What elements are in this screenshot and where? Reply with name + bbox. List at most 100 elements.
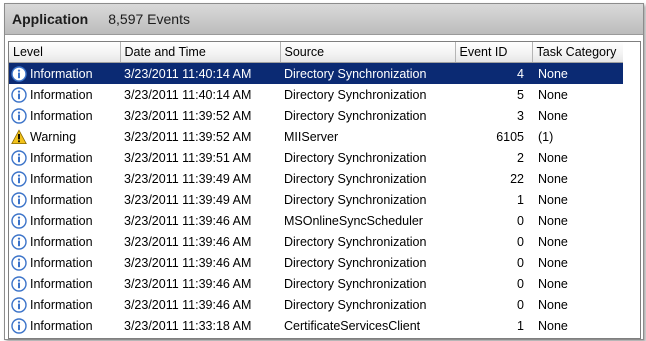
date-cell: 3/23/2011 11:39:49 AM [124,192,252,207]
level-wrapper: Information [11,233,120,250]
level-cell: Information [9,210,120,231]
source-cell: Directory Synchronization [284,171,427,186]
source-cell: Directory Synchronization [284,192,427,207]
level-wrapper: Information [11,86,120,103]
table-row[interactable]: Information 3/23/2011 11:39:51 AM Director… [9,147,623,168]
level-cell: Information [9,62,120,84]
level-label: Warning [30,129,77,144]
task-category-cell: None [538,150,568,165]
level-label: Information [30,234,93,249]
event-id-cell: 1 [517,318,524,333]
table-row[interactable]: Information 3/23/2011 11:33:18 AM Certific… [9,315,623,336]
event-viewer-panel: Application 8,597 Events Level Date and … [4,3,644,340]
date-cell: 3/23/2011 11:39:52 AM [124,129,252,144]
table-row[interactable]: Information 3/23/2011 11:39:46 AM Director… [9,294,623,315]
info-icon [11,149,27,166]
level-cell: Information [9,84,120,105]
level-label: Information [30,87,93,102]
level-label: Information [30,66,93,81]
info-icon [11,212,27,229]
level-label: Information [30,276,93,291]
table-row[interactable]: Information 3/23/2011 11:39:46 AM Director… [9,252,623,273]
task-category-cell: None [538,171,568,186]
level-cell: Information [9,189,120,210]
table-row[interactable]: Information 3/23/2011 11:40:14 AM Director… [9,62,623,84]
level-label: Information [30,255,93,270]
level-cell: Information [9,105,120,126]
table-row[interactable]: Information 3/23/2011 11:39:46 AM MSOnline… [9,210,623,231]
log-name: Application [12,11,89,27]
event-id-cell: 6105 [496,129,524,144]
source-cell: Directory Synchronization [284,150,427,165]
event-id-cell: 0 [517,234,524,249]
event-count: 8,597 Events [108,11,190,27]
date-cell: 3/23/2011 11:39:46 AM [124,297,252,312]
table-row[interactable]: Information 3/23/2011 11:39:49 AM Director… [9,189,623,210]
level-cell: Information [9,231,120,252]
table-row[interactable]: Information 3/23/2011 11:39:46 AM Director… [9,273,623,294]
level-cell: Information [9,168,120,189]
source-cell: Directory Synchronization [284,276,427,291]
source-cell: Directory Synchronization [280,62,455,84]
event-id-cell: 0 [517,297,524,312]
events-grid[interactable]: Level Date and Time Source Event ID Task… [8,41,641,339]
source-cell: Directory Synchronization [284,108,427,123]
date-cell: 3/23/2011 11:33:18 AM [124,318,252,333]
warning-icon [11,128,27,144]
level-wrapper: Information [11,107,120,124]
task-category-cell: None [538,213,568,228]
level-wrapper: Information [11,65,120,82]
events-table: Level Date and Time Source Event ID Task… [9,42,623,336]
level-wrapper: Information [11,254,120,271]
date-cell: 3/23/2011 11:40:14 AM [120,62,280,84]
event-id-cell: 0 [517,276,524,291]
event-id-cell: 0 [517,213,524,228]
date-cell: 3/23/2011 11:39:46 AM [124,234,252,249]
info-icon [11,254,27,271]
column-header-event-id[interactable]: Event ID [455,42,533,63]
source-cell: Directory Synchronization [284,234,427,249]
table-row[interactable]: Information 3/23/2011 11:39:46 AM Director… [9,231,623,252]
info-icon [11,275,27,292]
task-category-cell: None [538,108,568,123]
column-header-level[interactable]: Level [9,42,121,63]
task-category-cell: None [538,318,568,333]
table-row[interactable]: Warning 3/23/2011 11:39:52 AM MIIServer 610… [9,126,623,147]
source-cell: Directory Synchronization [284,255,427,270]
source-cell: CertificateServicesClient [284,318,421,333]
task-category-cell: None [538,297,568,312]
level-label: Information [30,150,93,165]
source-cell: Directory Synchronization [284,297,427,312]
task-category-cell: None [532,62,623,84]
column-header-date[interactable]: Date and Time [120,42,281,63]
table-row[interactable]: Information 3/23/2011 11:39:49 AM Director… [9,168,623,189]
task-category-cell: None [538,276,568,291]
level-wrapper: Information [11,275,120,292]
column-header-task-category[interactable]: Task Category [532,42,623,63]
level-label: Information [30,297,93,312]
info-icon [11,170,27,187]
level-label: Information [30,318,93,333]
level-cell: Information [9,147,120,168]
info-icon [11,296,27,313]
task-category-cell: None [538,192,568,207]
event-id-cell: 3 [517,108,524,123]
event-id-cell: 0 [517,255,524,270]
level-wrapper: Information [11,170,120,187]
info-icon [11,317,27,334]
log-header: Application 8,597 Events [5,4,643,35]
source-cell: MIIServer [284,129,339,144]
level-label: Information [30,192,93,207]
table-row[interactable]: Information 3/23/2011 11:40:14 AM Director… [9,84,623,105]
column-header-row: Level Date and Time Source Event ID Task… [9,42,623,63]
info-icon [11,65,27,82]
table-row[interactable]: Information 3/23/2011 11:39:52 AM Director… [9,105,623,126]
task-category-cell: None [538,255,568,270]
info-icon [11,233,27,250]
event-id-cell: 1 [517,192,524,207]
column-header-source[interactable]: Source [280,42,456,63]
date-cell: 3/23/2011 11:39:46 AM [124,255,252,270]
level-cell: Information [9,252,120,273]
level-cell: Warning [9,126,120,147]
date-cell: 3/23/2011 11:39:46 AM [124,213,252,228]
